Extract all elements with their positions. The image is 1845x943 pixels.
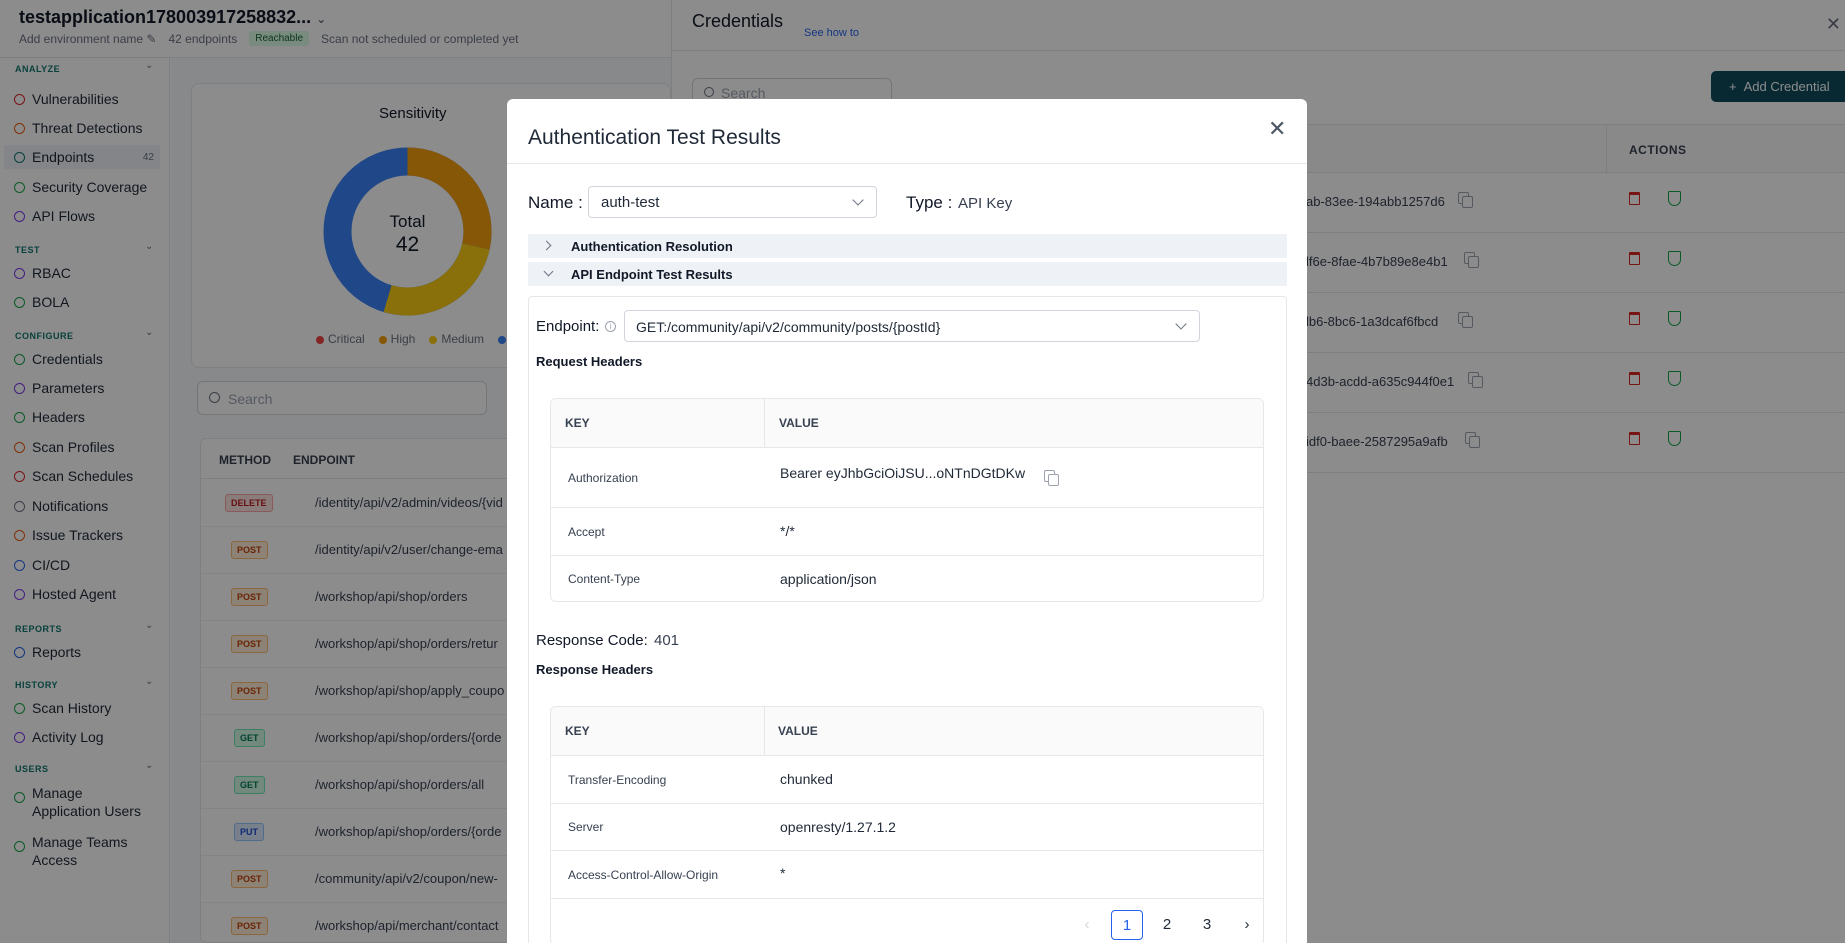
header-value: application/json (780, 571, 877, 587)
table-row: Access-Control-Allow-Origin * (551, 851, 1263, 899)
info-icon[interactable]: i (605, 321, 616, 332)
col-key: KEY (565, 416, 590, 430)
table-row: Server openresty/1.27.1.2 (551, 804, 1263, 851)
chevron-right-icon (541, 240, 552, 251)
chevron-down-icon (1175, 318, 1187, 330)
col-value: VALUE (779, 416, 819, 430)
accordion-authentication-resolution[interactable]: Authentication Resolution (528, 234, 1287, 258)
header-value: chunked (780, 771, 833, 787)
type-label: Type : (906, 193, 953, 212)
header-value: * (780, 865, 786, 881)
response-code-label: Response Code: (536, 632, 648, 649)
pagination-prev[interactable]: ‹ (1077, 910, 1097, 940)
header-key: Access-Control-Allow-Origin (568, 868, 719, 882)
table-header: KEY VALUE (551, 399, 1263, 448)
header-key: Accept (568, 525, 605, 539)
modal-title: Authentication Test Results (528, 126, 781, 149)
table-row: Transfer-Encoding chunked (551, 756, 1263, 804)
auth-test-results-modal: Authentication Test Results ✕ Name : aut… (507, 99, 1307, 943)
request-headers-table: KEY VALUE Authorization Bearer eyJhbGciO… (550, 398, 1264, 602)
endpoint-label: Endpoint: (536, 318, 600, 335)
table-row: Authorization Bearer eyJhbGciOiJSU...oNT… (551, 448, 1263, 508)
table-row: Content-Type application/json (551, 556, 1263, 601)
close-icon[interactable]: ✕ (1268, 116, 1286, 142)
header-key: Authorization (568, 471, 639, 485)
name-label: Name : (528, 193, 583, 212)
divider (764, 399, 765, 448)
table-header: KEY VALUE (551, 707, 1263, 756)
col-key: KEY (565, 724, 590, 738)
table-row: Accept */* (551, 508, 1263, 556)
chevron-down-icon (852, 194, 864, 206)
pagination-page-2[interactable]: 2 (1151, 910, 1183, 940)
col-value: VALUE (778, 724, 818, 738)
header-value: Bearer eyJhbGciOiJSU...oNTnDGtDKw (780, 465, 1026, 481)
header-key: Transfer-Encoding (568, 773, 667, 787)
accordion-api-endpoint-test-results[interactable]: API Endpoint Test Results (528, 262, 1287, 286)
response-code-value: 401 (654, 632, 680, 649)
divider (764, 707, 765, 756)
chevron-down-icon (543, 266, 554, 277)
copy-icon[interactable] (1044, 470, 1059, 486)
endpoint-select[interactable]: GET:/community/api/v2/community/posts/{p… (624, 310, 1200, 342)
pagination-page-3[interactable]: 3 (1191, 910, 1223, 940)
response-headers-label: Response Headers (536, 662, 654, 677)
header-value: */* (780, 523, 795, 539)
header-key: Content-Type (568, 572, 641, 586)
header-key: Server (568, 820, 604, 834)
pagination-next[interactable]: › (1237, 910, 1257, 940)
name-select[interactable]: auth-test (588, 186, 877, 218)
type-value: API Key (958, 195, 1013, 212)
pagination-page-1[interactable]: 1 (1111, 910, 1143, 940)
divider (507, 163, 1307, 164)
header-value: openresty/1.27.1.2 (780, 819, 896, 835)
request-headers-label: Request Headers (536, 354, 643, 369)
response-headers-table: KEY VALUE Transfer-Encoding chunked Serv… (550, 706, 1264, 943)
